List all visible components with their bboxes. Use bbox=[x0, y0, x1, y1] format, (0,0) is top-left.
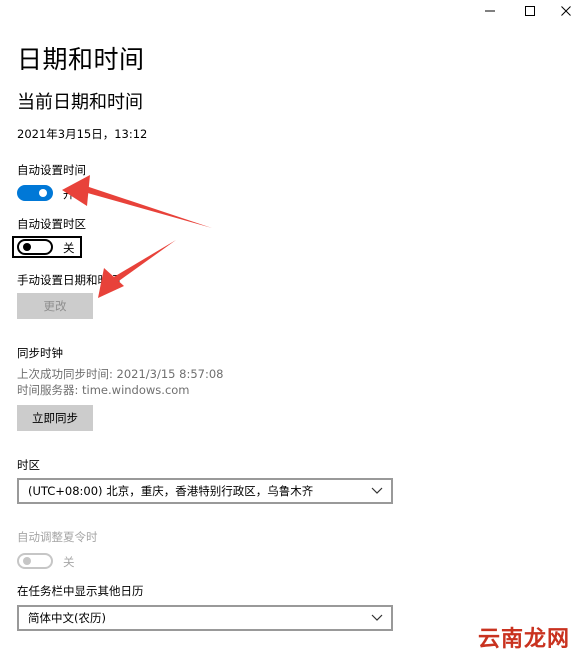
minimize-icon bbox=[485, 10, 495, 12]
toggle-knob bbox=[39, 189, 47, 197]
minimize-button[interactable] bbox=[470, 0, 510, 22]
current-datetime: 2021年3月15日，13:12 bbox=[17, 127, 148, 141]
calendar-label: 在任务栏中显示其他日历 bbox=[17, 584, 144, 598]
auto-time-label: 自动设置时间 bbox=[17, 163, 86, 177]
dst-label: 自动调整夏令时 bbox=[17, 530, 98, 544]
auto-timezone-state: 关 bbox=[63, 241, 75, 255]
auto-timezone-label: 自动设置时区 bbox=[17, 217, 86, 231]
calendar-value: 简体中文(农历) bbox=[28, 611, 106, 625]
page-title: 日期和时间 bbox=[17, 45, 145, 74]
dst-state: 关 bbox=[63, 555, 75, 569]
close-icon bbox=[561, 6, 571, 16]
time-server-text: 时间服务器: time.windows.com bbox=[17, 383, 190, 397]
toggle-knob bbox=[23, 557, 31, 565]
maximize-icon bbox=[525, 6, 535, 16]
section-title: 当前日期和时间 bbox=[17, 92, 143, 113]
sync-now-button[interactable]: 立即同步 bbox=[17, 405, 93, 431]
auto-timezone-toggle[interactable] bbox=[17, 239, 53, 255]
auto-time-state: 开 bbox=[63, 187, 75, 201]
chevron-down-icon bbox=[371, 614, 383, 621]
timezone-label: 时区 bbox=[17, 458, 40, 472]
maximize-button[interactable] bbox=[510, 0, 550, 22]
sync-title: 同步时钟 bbox=[17, 346, 63, 360]
last-sync-text: 上次成功同步时间: 2021/3/15 8:57:08 bbox=[17, 367, 224, 381]
timezone-value: (UTC+08:00) 北京，重庆，香港特别行政区，乌鲁木齐 bbox=[28, 484, 314, 498]
change-button[interactable]: 更改 bbox=[17, 293, 93, 319]
manual-label: 手动设置日期和时间 bbox=[17, 273, 121, 287]
watermark-logo: 云南龙网 bbox=[477, 626, 570, 652]
calendar-dropdown[interactable]: 简体中文(农历) bbox=[17, 605, 393, 631]
chevron-down-icon bbox=[371, 487, 383, 494]
auto-time-toggle[interactable] bbox=[17, 185, 53, 201]
timezone-dropdown[interactable]: (UTC+08:00) 北京，重庆，香港特别行政区，乌鲁木齐 bbox=[17, 478, 393, 504]
dst-toggle[interactable] bbox=[17, 553, 53, 569]
toggle-knob bbox=[23, 243, 31, 251]
annotation-arrow-2 bbox=[98, 240, 176, 298]
close-button[interactable] bbox=[546, 0, 584, 22]
